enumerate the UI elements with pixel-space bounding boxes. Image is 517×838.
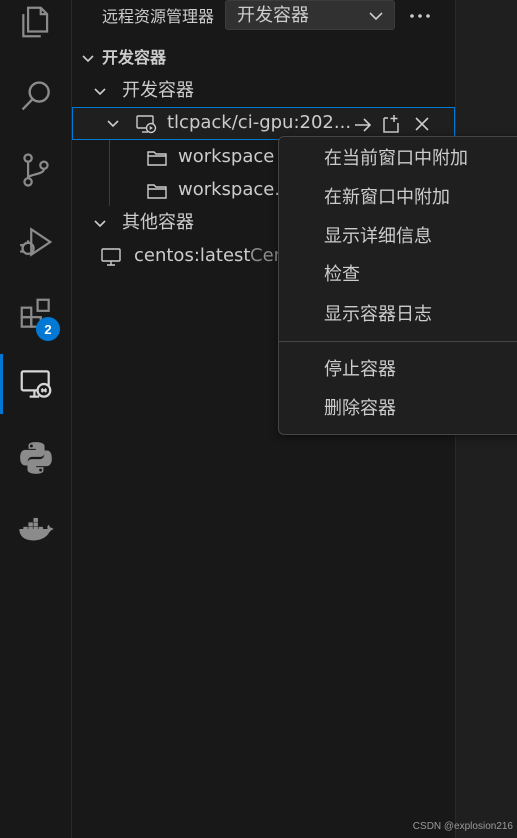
menu-separator [279, 341, 517, 342]
folder-icon [147, 151, 167, 166]
monitor-icon [101, 248, 121, 266]
container-running-icon [136, 115, 157, 134]
run-debug-activity[interactable] [0, 212, 71, 272]
docker-icon [18, 517, 53, 541]
chevron-down-icon [94, 220, 106, 228]
search-icon [21, 81, 50, 111]
run-debug-icon [19, 227, 52, 257]
remote-explorer-icon [20, 370, 51, 398]
source-control-activity[interactable] [0, 140, 71, 200]
docker-activity[interactable] [0, 500, 71, 560]
tree-item-label: 开发容器 [122, 80, 194, 101]
menu-item-inspect[interactable]: 检查 [324, 259, 360, 291]
tree-item-label: centos:latest [134, 245, 251, 266]
menu-item-attach-new-window[interactable]: 在新窗口中附加 [324, 182, 450, 214]
python-icon [19, 442, 52, 474]
menu-item-stop-container[interactable]: 停止容器 [324, 354, 396, 386]
explorer-activity[interactable] [0, 0, 71, 52]
extensions-badge: 2 [36, 317, 60, 341]
files-icon [21, 6, 48, 38]
sidebar-title: 远程资源管理器 [102, 7, 215, 26]
open-new-window-icon[interactable] [380, 114, 402, 134]
python-activity[interactable] [0, 428, 71, 488]
section-header[interactable]: 开发容器 [72, 42, 455, 75]
select-value: 开发容器 [237, 5, 309, 26]
vscode-window: 2 远程资源管理器 开发容器 开发容器 开发容器 tlcpack/ci-gpu:… [0, 0, 517, 838]
tree-item-dev-group[interactable]: 开发容器 [72, 75, 455, 108]
chevron-down-icon [369, 12, 383, 21]
tree-item-label: 其他容器 [122, 212, 194, 233]
close-icon[interactable] [414, 116, 430, 132]
tree-item-label: workspace [178, 146, 275, 167]
extensions-activity[interactable]: 2 [0, 284, 71, 344]
tree-item-label: tlcpack/ci-gpu:202... [167, 112, 352, 133]
chevron-down-icon [82, 55, 94, 63]
chevron-down-icon [107, 120, 119, 128]
folder-icon [147, 184, 167, 199]
menu-item-show-logs[interactable]: 显示容器日志 [324, 299, 432, 331]
remote-type-select[interactable]: 开发容器 [225, 0, 395, 30]
source-control-icon [22, 153, 49, 187]
menu-item-show-details[interactable]: 显示详细信息 [324, 221, 432, 253]
menu-item-attach-current-window[interactable]: 在当前窗口中附加 [324, 143, 468, 175]
context-menu: 在当前窗口中附加 在新窗口中附加 显示详细信息 检查 显示容器日志 停止容器 删… [278, 136, 517, 435]
sidebar-header: 远程资源管理器 开发容器 [72, 0, 455, 34]
more-actions-button[interactable] [407, 4, 433, 28]
remote-explorer-activity[interactable] [0, 354, 71, 414]
watermark: CSDN @explosion216 [412, 821, 513, 832]
tree-item-label: workspace.c [178, 179, 290, 200]
arrow-right-icon[interactable] [353, 116, 373, 134]
more-icon [410, 14, 430, 18]
section-title: 开发容器 [102, 48, 167, 67]
chevron-down-icon [94, 88, 106, 96]
activity-bar: 2 [0, 0, 72, 838]
menu-item-remove-container[interactable]: 删除容器 [324, 393, 396, 425]
search-activity[interactable] [0, 66, 71, 126]
